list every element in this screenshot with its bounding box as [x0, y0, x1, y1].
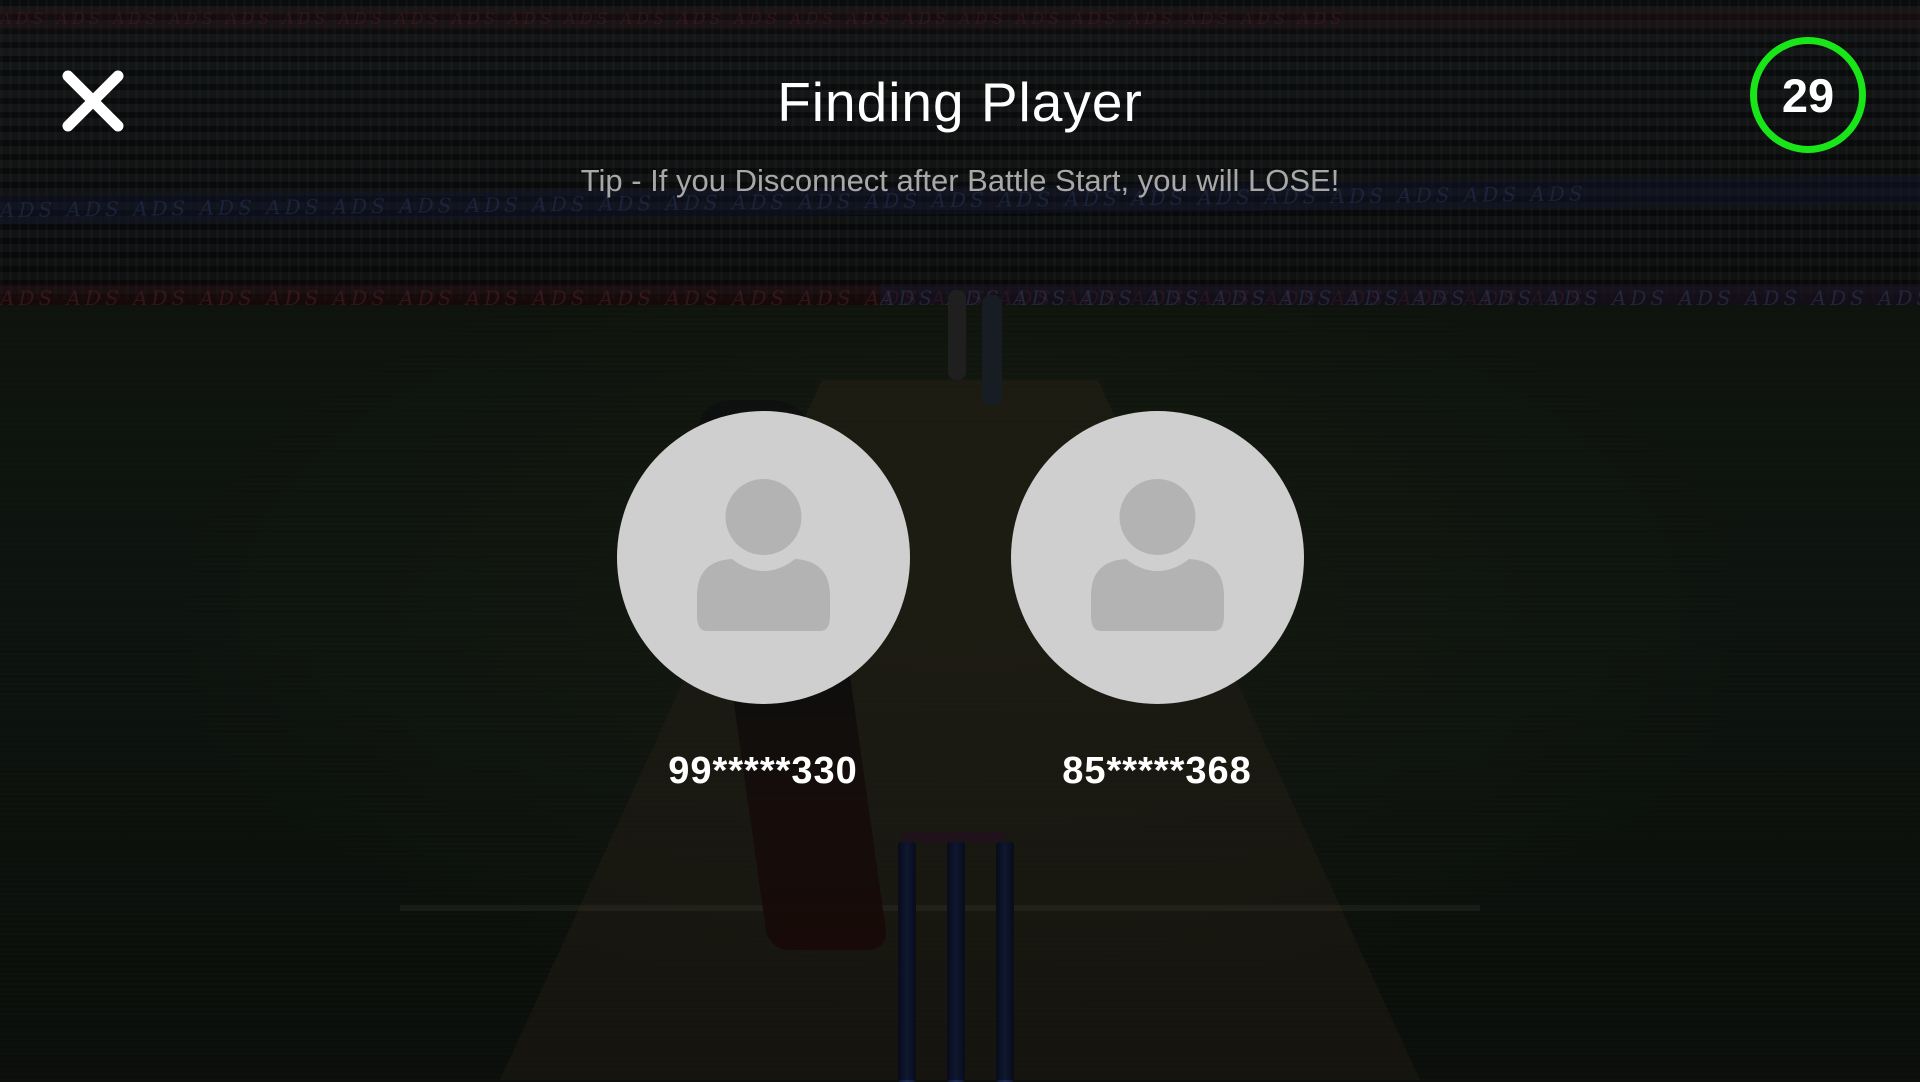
countdown-timer: 29	[1750, 37, 1866, 153]
player-id: 85*****368	[1062, 750, 1252, 792]
player-card-1: 99*****330	[613, 411, 913, 793]
dark-overlay	[0, 0, 1920, 1080]
user-silhouette-icon	[1090, 479, 1224, 631]
disconnect-tip: Tip - If you Disconnect after Battle Sta…	[580, 163, 1340, 198]
avatar	[616, 411, 910, 704]
avatar	[1010, 411, 1304, 704]
player-id: 99*****330	[668, 750, 858, 792]
page-title: Finding Player	[777, 71, 1143, 133]
countdown-seconds: 29	[1781, 68, 1835, 122]
player-card-2: 85*****368	[1007, 411, 1307, 793]
cricket-stadium-background: ADS ADS ADS ADS ADS ADS ADS ADS ADS ADS …	[0, 0, 1920, 1082]
user-silhouette-icon	[696, 479, 830, 631]
